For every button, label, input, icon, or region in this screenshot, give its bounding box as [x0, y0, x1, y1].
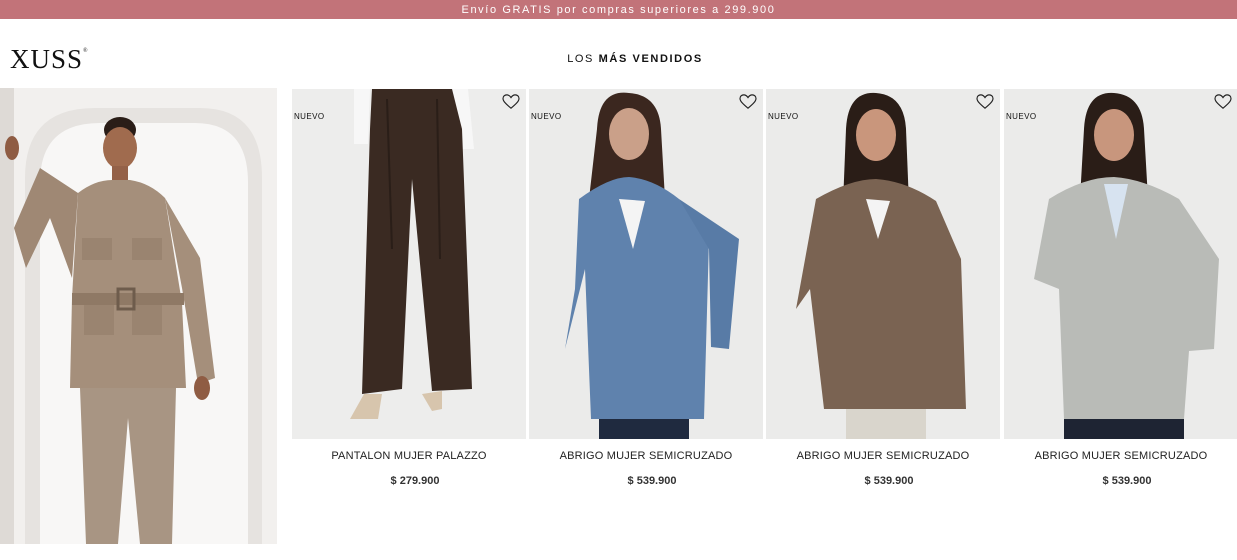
section-title: LOS MÁS VENDIDOS [0, 53, 1237, 65]
product-name[interactable]: ABRIGO MUJER SEMICRUZADO [994, 450, 1237, 462]
promo-bar: Envío GRATIS por compras superiores a 29… [0, 0, 1237, 19]
product-name[interactable]: ABRIGO MUJER SEMICRUZADO [756, 450, 1010, 462]
product-price: $ 539.900 [627, 475, 677, 487]
product-price: $ 279.900 [390, 475, 440, 487]
product-illustration [529, 89, 763, 439]
section-title-prefix: LOS [567, 53, 594, 65]
new-badge: NUEVO [294, 112, 325, 121]
product-illustration [1004, 89, 1237, 439]
hero-illustration [0, 88, 277, 544]
product-image[interactable]: NUEVO [766, 89, 1000, 439]
product-image[interactable]: NUEVO [1004, 89, 1237, 439]
product-card[interactable]: NUEVO PANTALON MUJER PALAZZO $ 279.900 [292, 89, 526, 499]
new-badge: NUEVO [768, 112, 799, 121]
heart-icon[interactable] [739, 94, 757, 110]
product-card[interactable]: NUEVO ABRIGO MUJER SEMICRUZADO $ 539.900 [529, 89, 763, 499]
product-price: $ 539.900 [864, 475, 914, 487]
product-card[interactable]: NUEVO ABRIGO MUJER SEMICRUZADO $ 539.900 [1004, 89, 1237, 499]
new-badge: NUEVO [1006, 112, 1037, 121]
product-image[interactable]: NUEVO [529, 89, 763, 439]
product-image[interactable]: NUEVO [292, 89, 526, 439]
product-name[interactable]: PANTALON MUJER PALAZZO [282, 450, 536, 462]
heart-icon[interactable] [502, 94, 520, 110]
product-price: $ 539.900 [1102, 475, 1152, 487]
new-badge: NUEVO [531, 112, 562, 121]
product-illustration [766, 89, 1000, 439]
section-title-bold: MÁS VENDIDOS [598, 53, 703, 65]
product-name[interactable]: ABRIGO MUJER SEMICRUZADO [519, 450, 773, 462]
hero-image[interactable] [0, 88, 277, 544]
heart-icon[interactable] [1214, 94, 1232, 110]
product-illustration [292, 89, 526, 439]
heart-icon[interactable] [976, 94, 994, 110]
promo-text: Envío GRATIS por compras superiores a 29… [461, 3, 776, 16]
product-card[interactable]: NUEVO ABRIGO MUJER SEMICRUZADO $ 539.900 [766, 89, 1000, 499]
